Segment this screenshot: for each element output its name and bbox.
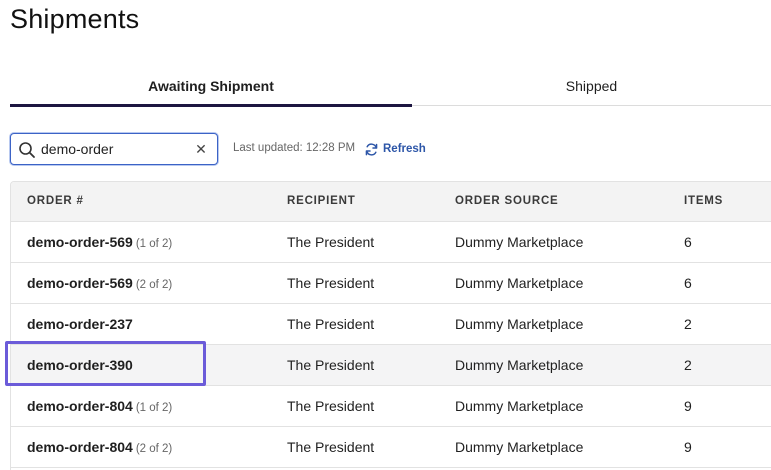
order-part: (1 of 2) (135, 402, 173, 414)
orders-table: ORDER # RECIPIENT ORDER SOURCE ITEMS dem… (10, 181, 771, 470)
column-header-items[interactable]: ITEMS (684, 195, 723, 207)
order-source-cell: Dummy Marketplace (455, 316, 584, 332)
last-updated-text: Last updated: 12:28 PM (233, 142, 356, 154)
items-cell: 9 (684, 439, 692, 455)
order-part: (1 of 2) (135, 238, 173, 250)
recipient-cell: The President (287, 439, 375, 455)
recipient-cell: The President (287, 357, 375, 373)
order-source-cell: Dummy Marketplace (455, 357, 584, 373)
table-header: ORDER # RECIPIENT ORDER SOURCE ITEMS (11, 182, 771, 222)
order-number-cell[interactable]: demo-order-804 (1 of 2) (27, 398, 172, 414)
order-source-cell: Dummy Marketplace (455, 275, 584, 291)
refresh-icon (365, 142, 378, 156)
items-cell: 2 (684, 316, 692, 332)
close-icon[interactable]: ✕ (194, 142, 208, 156)
order-number[interactable]: demo-order-804 (27, 398, 133, 414)
search-icon (19, 142, 35, 158)
items-cell: 6 (684, 275, 692, 291)
items-cell: 9 (684, 398, 692, 414)
order-source-cell: Dummy Marketplace (455, 234, 584, 250)
order-source-cell: Dummy Marketplace (455, 439, 584, 455)
order-number-cell[interactable]: demo-order-390 (27, 357, 136, 373)
order-number[interactable]: demo-order-390 (27, 357, 133, 373)
table-row[interactable]: demo-order-237 The President Dummy Marke… (11, 304, 771, 345)
recipient-cell: The President (287, 398, 375, 414)
order-part: (2 of 2) (135, 279, 173, 291)
page-title: Shipments (10, 4, 140, 34)
order-number[interactable]: demo-order-569 (27, 234, 133, 250)
order-number[interactable]: demo-order-569 (27, 275, 133, 291)
tab-bar: Awaiting Shipment Shipped (10, 64, 771, 108)
order-number-cell[interactable]: demo-order-237 (27, 316, 136, 332)
active-tab-indicator (10, 104, 412, 107)
refresh-label: Refresh (383, 143, 426, 155)
items-cell: 2 (684, 357, 692, 373)
order-number-cell[interactable]: demo-order-804 (2 of 2) (27, 439, 172, 455)
table-row[interactable]: demo-order-804 (1 of 2) The President Dum… (11, 386, 771, 427)
order-number-cell[interactable]: demo-order-569 (2 of 2) (27, 275, 172, 291)
table-row[interactable]: demo-order-390 The President Dummy Marke… (11, 345, 771, 386)
table-row[interactable]: demo-order-569 (1 of 2) The President Dum… (11, 222, 771, 263)
order-source-cell: Dummy Marketplace (455, 398, 584, 414)
shipments-page: Shipments Awaiting Shipment Shipped ✕ La… (0, 0, 771, 470)
items-cell: 6 (684, 234, 692, 250)
column-header-order[interactable]: ORDER # (27, 195, 84, 207)
recipient-cell: The President (287, 234, 375, 250)
recipient-cell: The President (287, 316, 375, 332)
search-toolbar: ✕ Last updated: 12:28 PM Refresh (10, 133, 771, 165)
column-header-order-source[interactable]: ORDER SOURCE (455, 195, 559, 207)
tab-awaiting-shipment[interactable]: Awaiting Shipment (10, 64, 412, 108)
refresh-button[interactable]: Refresh (364, 140, 426, 158)
table-row[interactable]: demo-order-569 (2 of 2) The President Dum… (11, 263, 771, 304)
search-box[interactable]: ✕ (10, 133, 218, 165)
table-row[interactable]: demo-order-804 (2 of 2) The President Dum… (11, 427, 771, 468)
search-input[interactable] (41, 138, 191, 160)
order-number-cell[interactable]: demo-order-569 (1 of 2) (27, 234, 172, 250)
order-part: (2 of 2) (135, 443, 173, 455)
order-number[interactable]: demo-order-237 (27, 316, 133, 332)
order-number[interactable]: demo-order-804 (27, 439, 133, 455)
tab-shipped[interactable]: Shipped (412, 64, 771, 108)
column-header-recipient[interactable]: RECIPIENT (287, 195, 356, 207)
recipient-cell: The President (287, 275, 375, 291)
